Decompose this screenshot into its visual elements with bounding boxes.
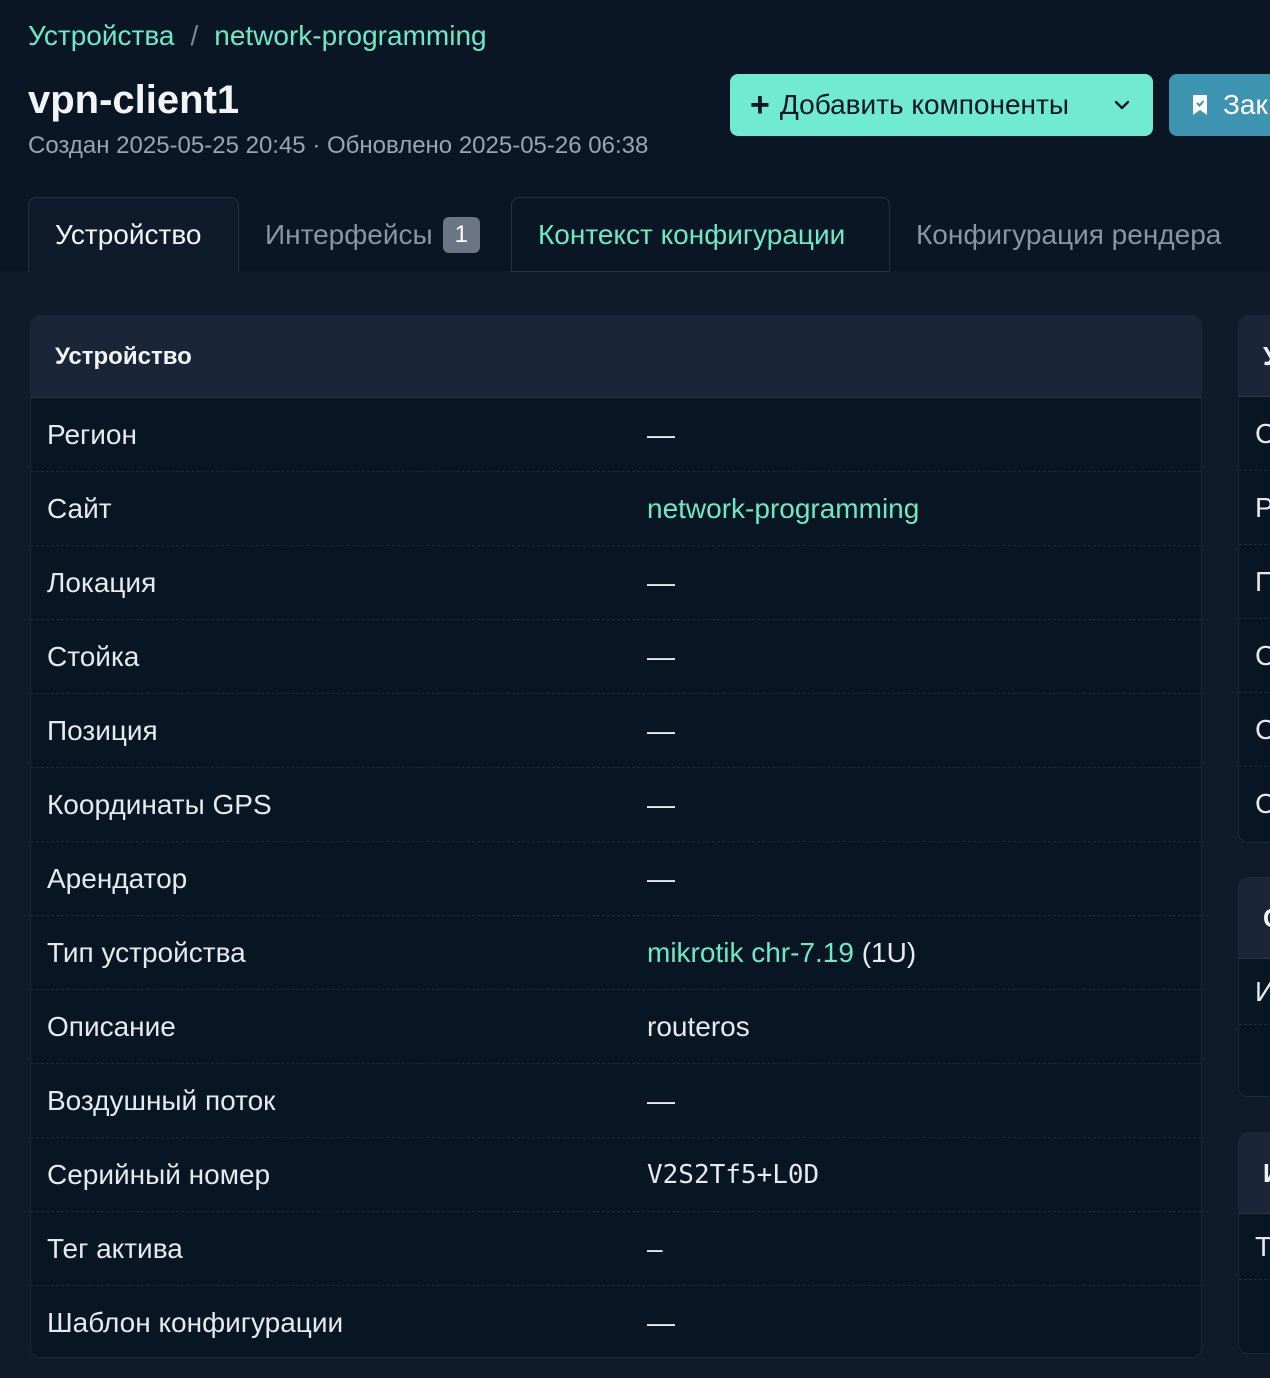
row-label: Арендатор — [47, 862, 188, 894]
row-value: — — [647, 1307, 675, 1338]
row-value: routeros — [647, 1010, 750, 1042]
tab-render-config[interactable]: Конфигурация рендера — [890, 197, 1270, 272]
bookmark-label: Зак — [1223, 89, 1268, 120]
row-device-type: Тип устройства mikrotik chr-7.19 (1U) — [31, 916, 1201, 990]
row-asset-tag: Тег актива – — [31, 1212, 1201, 1286]
breadcrumb-separator: / — [190, 20, 199, 51]
device-card-title: Устройство — [31, 316, 1201, 398]
row-region: Регион — — [31, 398, 1201, 472]
row-value: — — [647, 862, 675, 894]
side-row: С — [1239, 693, 1270, 767]
breadcrumb-site-link[interactable]: network-programming — [214, 20, 486, 52]
row-site: Сайт network-programming — [31, 472, 1201, 546]
page-title: vpn-client1 — [28, 78, 240, 122]
side-row: П — [1239, 545, 1270, 619]
site-link[interactable]: network-programming — [647, 493, 919, 525]
plus-icon: + — [750, 86, 770, 124]
side-row — [1239, 1280, 1270, 1353]
row-label: Позиция — [47, 714, 158, 746]
row-label: Тип устройства — [47, 936, 246, 968]
add-components-label: Добавить компоненты — [779, 89, 1069, 120]
row-airflow: Воздушный поток — — [31, 1064, 1201, 1138]
tab-config-context-label: Контекст конфигурации — [538, 218, 846, 250]
row-value: — — [647, 714, 675, 746]
row-label: Воздушный поток — [47, 1084, 276, 1116]
row-rack: Стойка — — [31, 620, 1201, 694]
breadcrumb-devices-link[interactable]: Устройства — [28, 20, 174, 52]
row-value: mikrotik chr-7.19 (1U) — [647, 937, 916, 969]
side-card-2: С И — [1238, 877, 1270, 1097]
row-label: Локация — [47, 566, 157, 598]
device-type-link[interactable]: mikrotik chr-7.19 — [647, 937, 854, 968]
tab-device-label: Устройство — [55, 219, 202, 250]
breadcrumb: Устройства / network-programming — [28, 20, 487, 52]
row-value: — — [647, 640, 675, 672]
side-card-1: У С Р П С С С — [1238, 315, 1270, 843]
tab-bar: Устройство Интерфейсы 1 Контекст конфигу… — [28, 197, 1270, 272]
row-position: Позиция — — [31, 694, 1201, 768]
side-card-3-title: И — [1239, 1133, 1270, 1214]
device-card: Устройство Регион — Сайт network-program… — [30, 315, 1202, 1358]
side-row: Р — [1239, 471, 1270, 545]
row-label: Шаблон конфигурации — [47, 1307, 344, 1338]
row-location: Локация — — [31, 546, 1201, 620]
row-tenant: Арендатор — — [31, 842, 1201, 916]
side-row: С — [1239, 619, 1270, 693]
side-card-2-title: С — [1239, 878, 1270, 959]
tab-device[interactable]: Устройство — [28, 197, 239, 272]
row-gps: Координаты GPS — — [31, 768, 1201, 842]
row-value: — — [647, 418, 675, 450]
row-label: Регион — [47, 418, 137, 450]
bookmark-button[interactable]: Зак — [1169, 74, 1270, 136]
row-value: — — [647, 566, 675, 598]
page-meta: Создан 2025-05-25 20:45 · Обновлено 2025… — [28, 132, 649, 159]
device-type-height: (1U) — [861, 936, 917, 968]
row-label: Серийный номер — [47, 1158, 271, 1190]
side-row: Т — [1239, 1214, 1270, 1280]
row-label: Тег актива — [47, 1232, 183, 1264]
tab-interfaces[interactable]: Интерфейсы 1 — [239, 197, 511, 272]
side-card-3: И Т — [1238, 1132, 1270, 1354]
side-row: И — [1239, 959, 1270, 1025]
serial-number-value: V2S2Tf5+L0D — [647, 1159, 820, 1190]
row-label: Описание — [47, 1010, 176, 1042]
bookmark-icon — [1193, 95, 1207, 115]
side-row: С — [1239, 397, 1270, 471]
side-row — [1239, 1025, 1270, 1096]
row-value: — — [647, 1084, 675, 1116]
row-value: – — [647, 1232, 663, 1264]
row-label: Стойка — [47, 640, 140, 672]
row-label: Координаты GPS — [47, 788, 272, 820]
side-card-1-title: У — [1239, 316, 1270, 397]
add-components-button[interactable]: + Добавить компоненты — [730, 74, 1153, 136]
tab-render-config-label: Конфигурация рендера — [916, 218, 1222, 250]
row-serial: Серийный номер V2S2Tf5+L0D — [31, 1138, 1201, 1212]
side-row: С — [1239, 767, 1270, 841]
row-value: — — [647, 788, 675, 820]
interfaces-count-badge: 1 — [442, 216, 480, 253]
row-description: Описание routeros — [31, 990, 1201, 1064]
tab-config-context[interactable]: Контекст конфигурации — [511, 197, 890, 272]
tab-interfaces-label: Интерфейсы — [265, 218, 433, 250]
row-label: Сайт — [47, 492, 112, 524]
chevron-down-icon — [1114, 100, 1130, 110]
row-config-template: Шаблон конфигурации — — [31, 1286, 1201, 1357]
